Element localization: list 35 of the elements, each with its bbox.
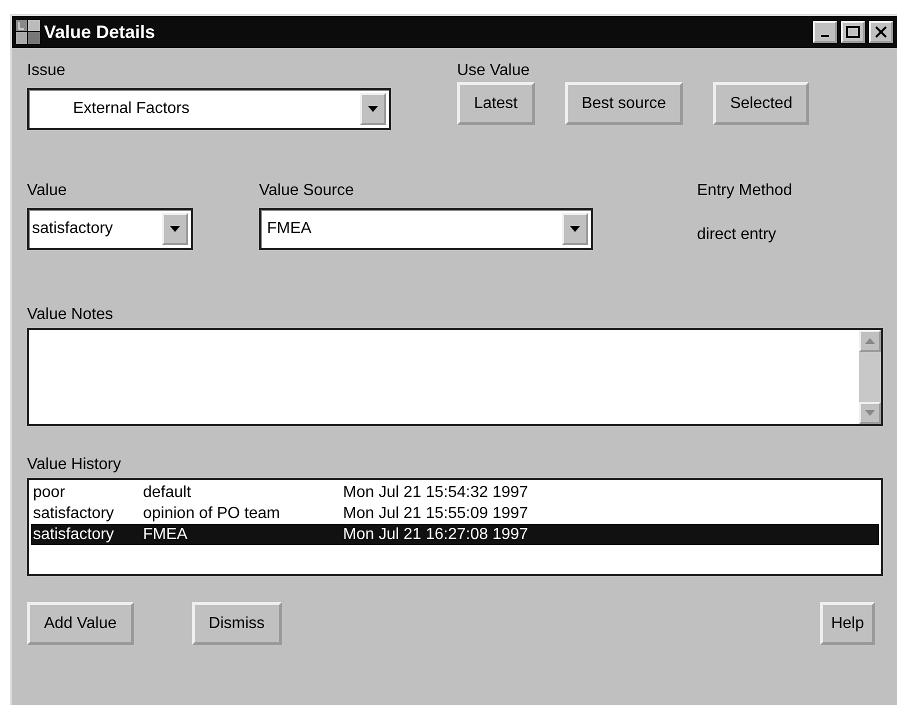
close-button[interactable] [869, 21, 893, 43]
value-notes-label: Value Notes [27, 306, 114, 324]
minimize-button[interactable] [813, 21, 837, 43]
minimize-icon [821, 35, 829, 37]
maximize-icon [846, 26, 860, 38]
window-title: Value Details [44, 22, 156, 42]
close-icon [875, 26, 887, 38]
use-value-button[interactable]: Selected [713, 82, 810, 125]
value-source-label: Value Source [259, 182, 355, 200]
scrollbar[interactable] [859, 330, 881, 424]
history-row[interactable]: satisfactory FMEA Mon Jul 21 16:27:08 1997 [31, 524, 879, 545]
maximize-button[interactable] [841, 21, 865, 43]
dialog-button[interactable]: Add Value [27, 602, 134, 645]
value-dropdown[interactable]: satisfactory [27, 208, 193, 250]
entry-method-value: direct entry [697, 226, 778, 244]
entry-method-label: Entry Method [697, 182, 792, 200]
value-history-label: Value History [27, 456, 122, 474]
dropdown-arrow-icon [570, 226, 580, 232]
history-row[interactable]: poor default Mon Jul 21 15:54:32 1997 [31, 482, 879, 503]
notes-text-area[interactable] [27, 328, 883, 426]
use-value-label: Use Value [457, 62, 531, 80]
dialog-button[interactable]: Dismiss [192, 602, 282, 645]
issue-label: Issue [27, 62, 66, 80]
scroll-up-icon [865, 338, 875, 344]
use-value-button[interactable]: Latest [457, 82, 535, 125]
dialog-button[interactable]: Help [820, 602, 875, 645]
history-row[interactable]: satisfactory opinion of PO team Mon Jul 21 15:55:09 1997 [31, 503, 879, 524]
app-icon [16, 20, 40, 44]
use-value-button[interactable]: Best source [564, 82, 684, 125]
scroll-down-icon [865, 410, 875, 416]
value-source-dropdown[interactable]: FMEA [259, 208, 593, 250]
dropdown-arrow-icon [368, 106, 378, 112]
issue-dropdown[interactable]: External Factors [27, 88, 391, 130]
value-label: Value [27, 182, 68, 200]
dropdown-arrow-icon [170, 226, 180, 232]
